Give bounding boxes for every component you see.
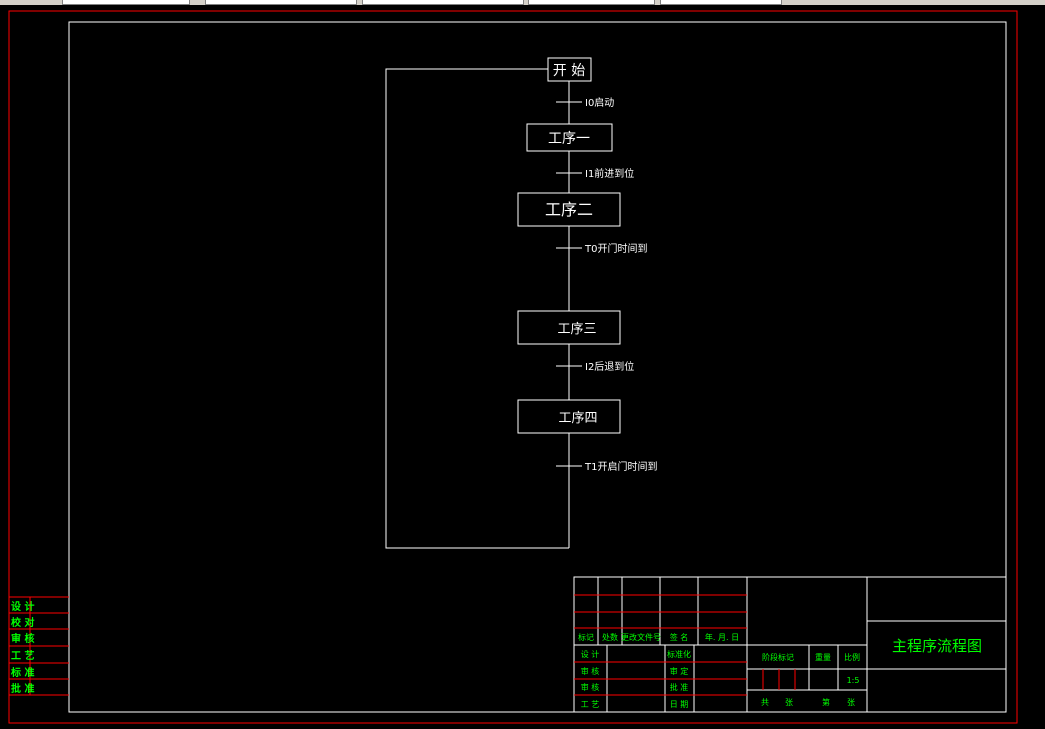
flow-transition-label-3: T0开门时间到 bbox=[584, 242, 647, 255]
sheet-label: 共 bbox=[761, 698, 769, 707]
flow-start-label: 开 始 bbox=[553, 63, 585, 79]
revision-header: 标记 bbox=[578, 632, 594, 642]
cad-drawing-canvas[interactable]: 开 始 工序一 工序二 工序三 工序四 I0启动 I1前进到位 T0开门时间到 … bbox=[0, 0, 1045, 729]
title-block: 标记 处数 更改文件号 签 名 年. 月. 日 设 计 审 核 审 核 工 艺 … bbox=[573, 576, 1007, 713]
side-stamp-label: 设 计 bbox=[11, 600, 34, 613]
flow-step-label-3: 工序三 bbox=[557, 322, 596, 337]
sheet-label: 张 bbox=[785, 698, 793, 707]
flow-transition-label-2: I1前进到位 bbox=[585, 167, 634, 180]
stage-header: 重量 bbox=[815, 652, 831, 662]
role-label: 日 期 bbox=[670, 700, 689, 709]
revision-header: 年. 月. 日 bbox=[705, 632, 739, 642]
drawing-frame bbox=[68, 21, 1007, 713]
side-stamp-label: 批 准 bbox=[11, 682, 34, 695]
role-label: 批 准 bbox=[670, 682, 689, 692]
revision-header: 签 名 bbox=[670, 632, 689, 642]
role-label: 审 核 bbox=[581, 666, 600, 676]
side-stamp-label: 审 核 bbox=[11, 632, 34, 645]
sheet-label: 张 bbox=[847, 698, 855, 707]
side-stamp: 设 计 校 对 审 核 工 艺 标 准 批 准 bbox=[9, 596, 69, 696]
role-label: 标准化 bbox=[667, 649, 691, 659]
flow-transition-label-4: I2后退到位 bbox=[585, 360, 634, 373]
side-stamp-label: 工 艺 bbox=[11, 649, 34, 662]
revision-header: 处数 bbox=[602, 632, 618, 642]
side-stamp-label: 校 对 bbox=[11, 616, 34, 629]
role-label: 审 定 bbox=[670, 666, 689, 676]
scale-value: 1:5 bbox=[847, 676, 860, 685]
stage-header: 比例 bbox=[844, 652, 860, 662]
stage-header: 阶段标记 bbox=[762, 652, 794, 662]
flow-transition-label-1: I0启动 bbox=[585, 96, 614, 109]
sheet-label: 第 bbox=[822, 697, 830, 707]
flow-step-label-2: 工序二 bbox=[545, 200, 593, 219]
role-label: 设 计 bbox=[581, 649, 600, 659]
drawing-title: 主程序流程图 bbox=[892, 637, 982, 655]
role-label: 工 艺 bbox=[581, 700, 600, 709]
side-stamp-label: 标 准 bbox=[10, 666, 34, 679]
flow-transition-label-5: T1开启门时间到 bbox=[584, 460, 657, 473]
flow-step-label-1: 工序一 bbox=[548, 131, 590, 147]
role-label: 审 核 bbox=[581, 682, 600, 692]
flow-step-label-4: 工序四 bbox=[558, 411, 597, 426]
sheet-outer-border bbox=[8, 10, 1018, 724]
revision-header: 更改文件号 bbox=[621, 632, 661, 642]
